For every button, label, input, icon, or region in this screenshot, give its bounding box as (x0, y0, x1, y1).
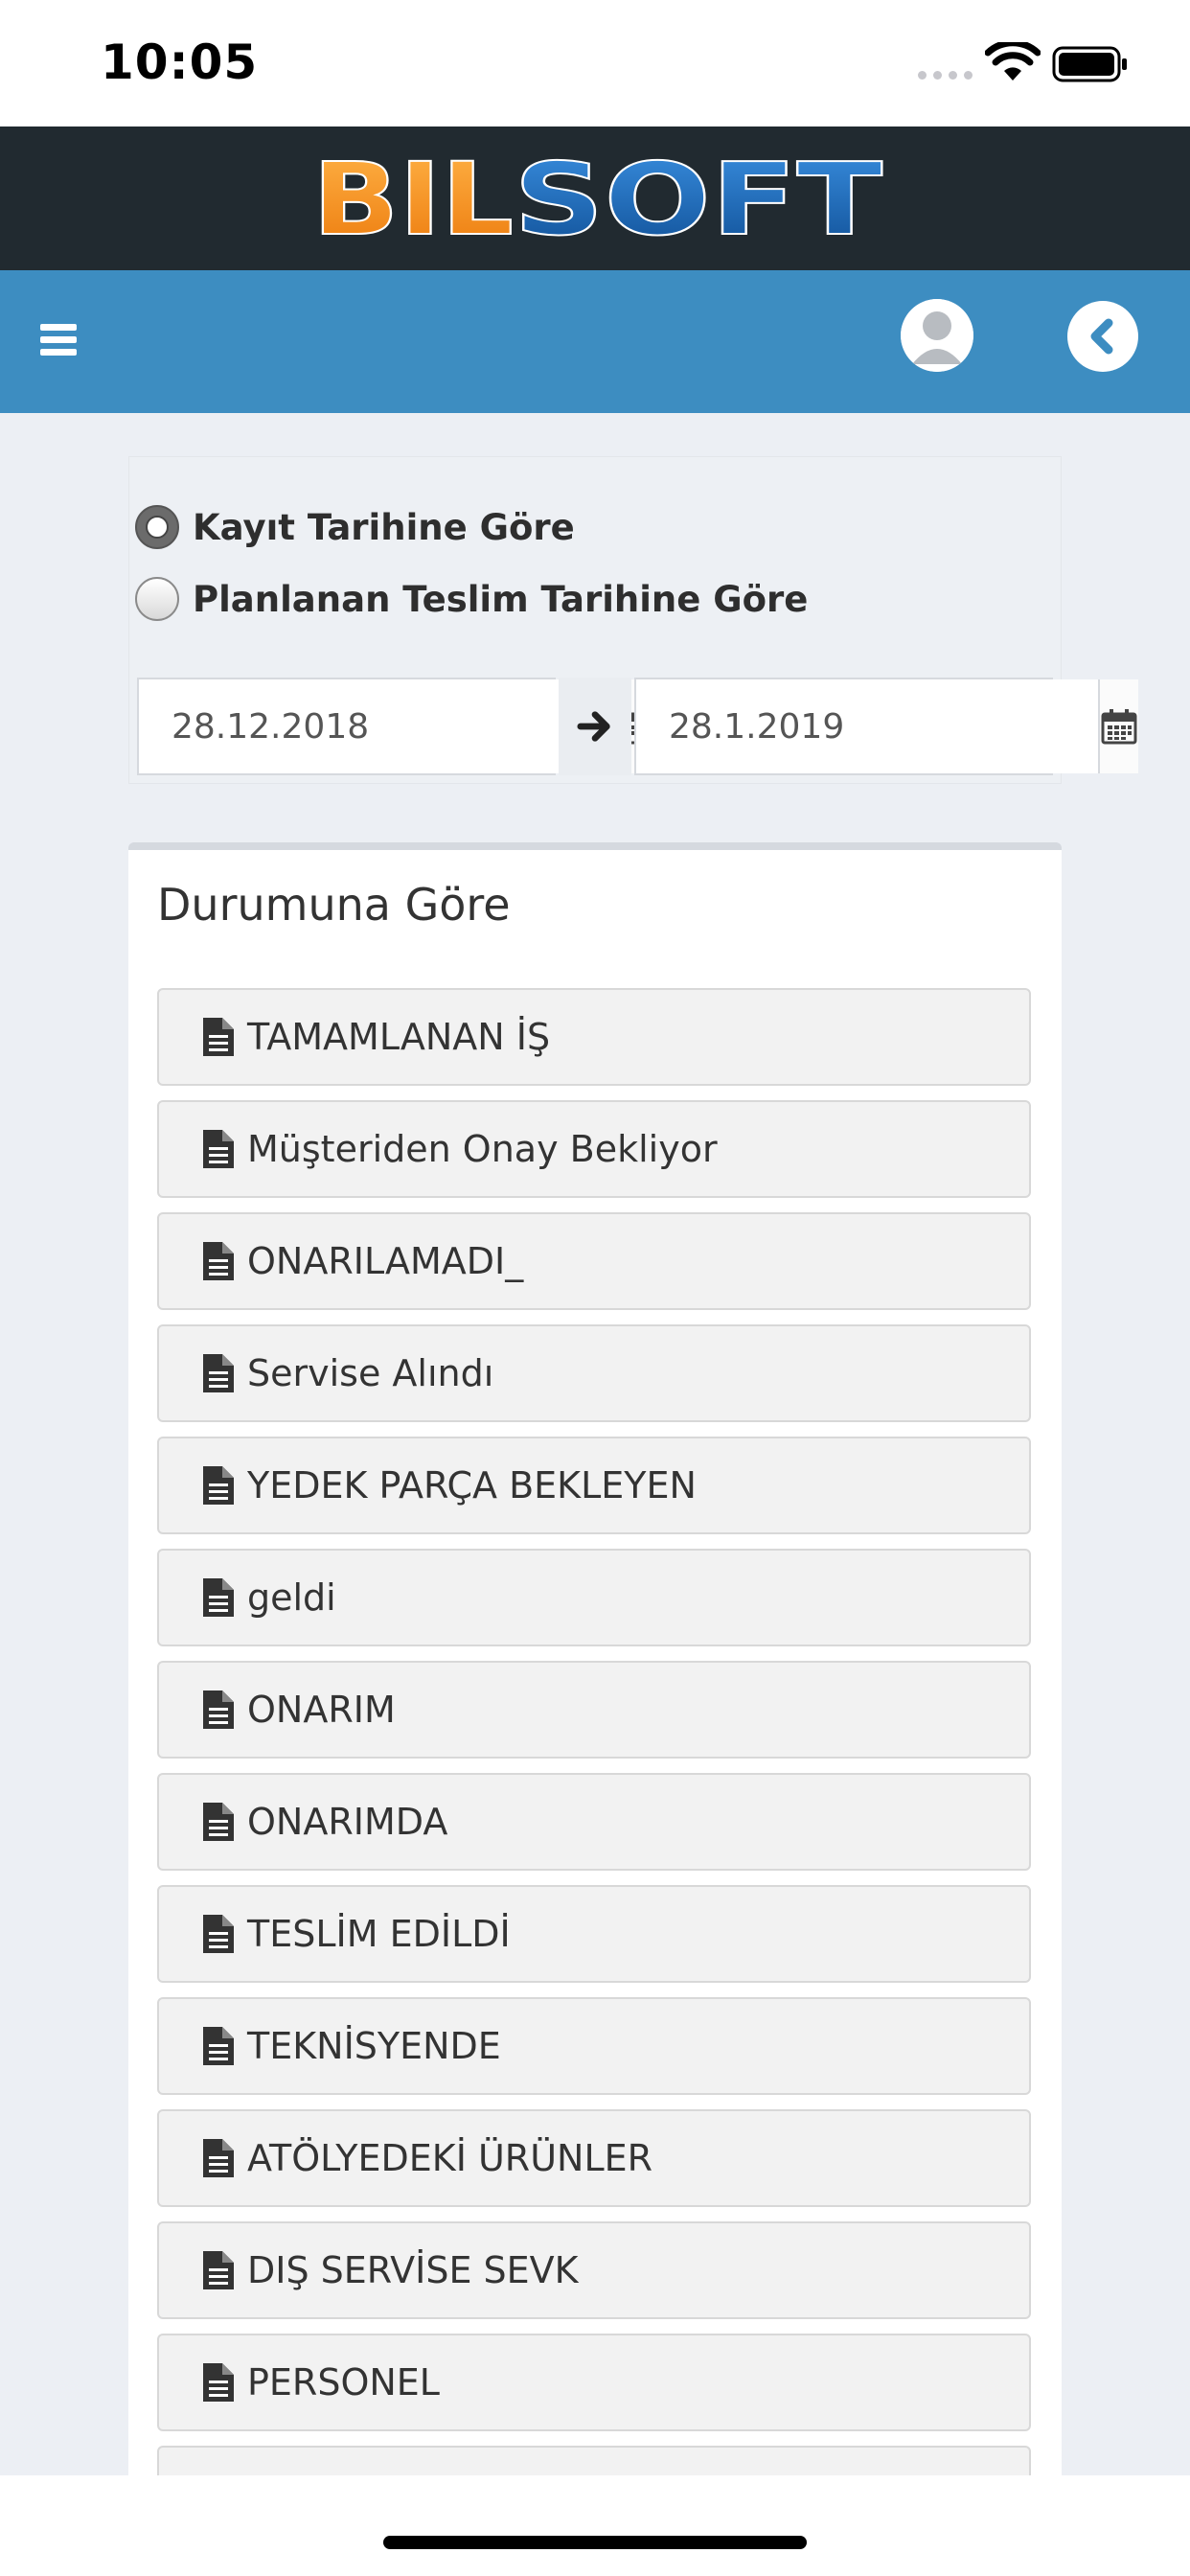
status-item-label: TAMAMLANAN İŞ (247, 1016, 551, 1058)
date-filter-panel: Kayıt Tarihine Göre Planlanan Teslim Tar… (128, 456, 1138, 784)
battery-icon (1052, 46, 1127, 82)
app-root: 10:05 BIL SOFT Kayıt Tarihine Göre Planl… (0, 0, 1190, 2576)
radio-planlanan-teslim[interactable]: Planlanan Teslim Tarihine Göre (135, 575, 808, 623)
cellular-signal-icon (918, 71, 973, 80)
document-icon (203, 1466, 234, 1505)
document-icon (203, 1242, 234, 1280)
status-item-label: YEDEK PARÇA BEKLEYEN (247, 1464, 697, 1506)
status-list-item[interactable]: Müşteriden Onay Bekliyor (157, 1100, 1031, 1198)
status-bar: 10:05 (0, 0, 1190, 126)
status-item-label: ONARIM (247, 1689, 396, 1731)
arrow-right-icon (577, 711, 610, 742)
radio-kayit-tarihi[interactable]: Kayıt Tarihine Göre (135, 503, 575, 551)
document-icon (203, 1354, 234, 1392)
status-item-label: ATÖLYEDEKİ ÜRÜNLER (247, 2137, 653, 2179)
radio-unselected-indicator[interactable] (135, 577, 179, 621)
radio-selected-indicator[interactable] (135, 505, 179, 549)
document-icon (203, 1578, 234, 1617)
radio-label: Kayıt Tarihine Göre (193, 506, 575, 548)
start-date-group (137, 678, 641, 775)
status-list: TAMAMLANAN İŞ Müşteriden Onay Bekliyor O… (157, 988, 1031, 2475)
status-item-label: Müşteriden Onay Bekliyor (247, 1128, 718, 1170)
user-avatar-icon[interactable] (901, 299, 973, 372)
status-list-item[interactable]: ONARIM (157, 1661, 1031, 1759)
date-range-separator (559, 678, 631, 775)
status-time: 10:05 (101, 34, 259, 90)
chevron-left-icon (1090, 318, 1113, 355)
status-item-label: Servise Alındı (247, 1352, 494, 1394)
brand-header: BIL SOFT (0, 126, 1190, 270)
document-icon (203, 1803, 234, 1841)
document-icon (203, 2027, 234, 2065)
wifi-icon (985, 42, 1041, 80)
status-item-label: DIŞ SERVİSE SEVK (247, 2249, 579, 2291)
radio-label: Planlanan Teslim Tarihine Göre (193, 578, 809, 620)
document-icon (203, 2363, 234, 2402)
status-list-item[interactable]: TAMAMLANAN İŞ (157, 988, 1031, 1086)
svg-text:SOFT: SOFT (514, 146, 882, 251)
document-icon (203, 2251, 234, 2289)
status-item-label: geldi (247, 1576, 336, 1619)
status-list-item[interactable]: geldi (157, 1549, 1031, 1646)
document-icon (203, 1690, 234, 1729)
home-area (0, 2475, 1190, 2576)
status-item-label: TESLİM EDİLDİ (247, 1913, 511, 1955)
section-title: Durumuna Göre (157, 879, 511, 931)
status-list-item[interactable]: Servise Alındı (157, 1324, 1031, 1422)
back-button[interactable] (1067, 301, 1138, 372)
status-item-label: ONARILAMADI_ (247, 1240, 524, 1282)
document-icon (203, 1130, 234, 1168)
home-indicator[interactable] (383, 2536, 807, 2549)
status-item-label: PERSONEL (247, 2361, 440, 2404)
status-list-item[interactable]: ATÖLYEDEKİ ÜRÜNLER (157, 2109, 1031, 2207)
status-item-label: TEKNİSYENDE (247, 2025, 501, 2067)
hamburger-menu-icon[interactable] (40, 324, 80, 358)
status-list-item[interactable]: DIŞ SERVİSE SEVK (157, 2221, 1031, 2319)
end-date-input[interactable] (636, 679, 1098, 773)
calendar-icon (1101, 709, 1137, 745)
svg-text:BIL: BIL (312, 146, 514, 251)
main-content: Kayıt Tarihine Göre Planlanan Teslim Tar… (0, 413, 1190, 2475)
document-icon (203, 2139, 234, 2177)
end-date-group (634, 678, 1138, 775)
status-list-item[interactable]: YEDEK PARÇA BEKLEYEN (157, 1437, 1031, 1534)
document-icon (203, 1915, 234, 1953)
status-list-item[interactable]: ONARIMDA (157, 1773, 1031, 1871)
nav-bar (0, 270, 1190, 413)
status-list-item[interactable] (157, 2446, 1031, 2475)
document-icon (203, 1018, 234, 1056)
status-item-label: ONARIMDA (247, 1801, 448, 1843)
status-list-item[interactable]: PERSONEL (157, 2334, 1031, 2431)
status-list-item[interactable]: TESLİM EDİLDİ (157, 1885, 1031, 1983)
status-list-item[interactable]: ONARILAMADI_ (157, 1212, 1031, 1310)
status-card: Durumuna Göre TAMAMLANAN İŞ Müşteriden O… (128, 842, 1062, 2475)
start-date-input[interactable] (139, 679, 601, 773)
bilsoft-logo: BIL SOFT (311, 146, 883, 251)
status-list-item[interactable]: TEKNİSYENDE (157, 1997, 1031, 2095)
end-calendar-button[interactable] (1098, 679, 1138, 773)
